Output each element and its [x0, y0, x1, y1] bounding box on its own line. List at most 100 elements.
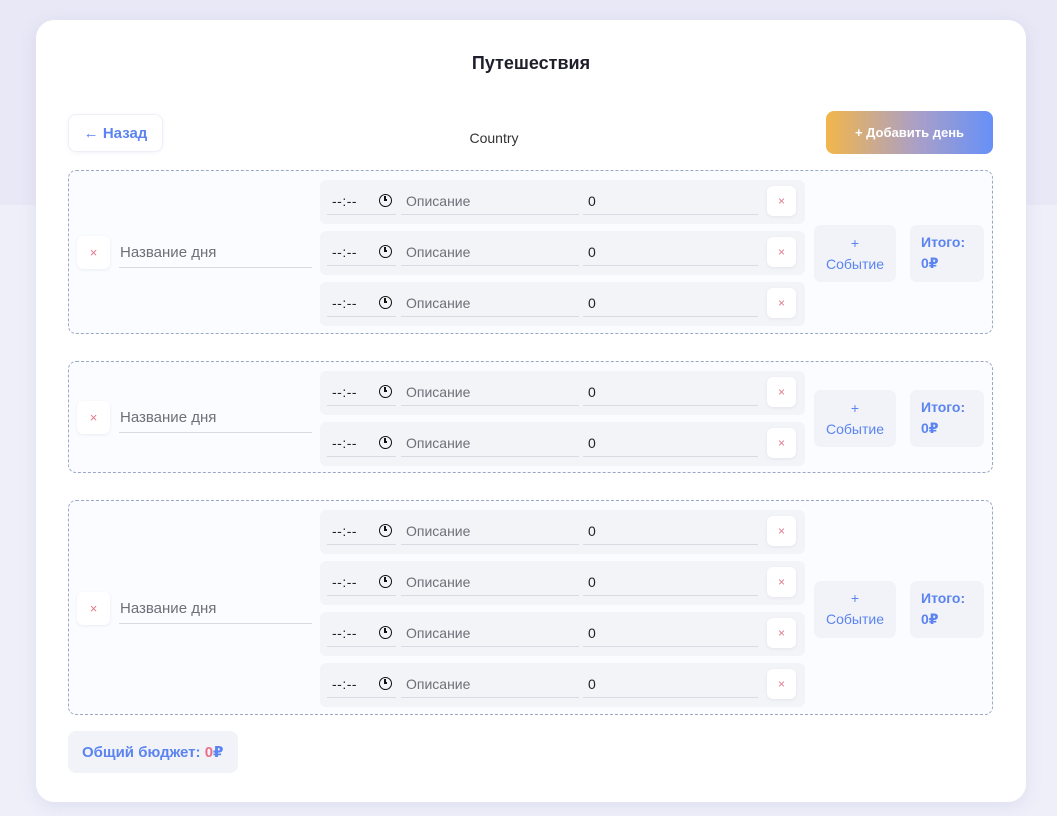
day-name-input[interactable] — [119, 238, 312, 268]
event-description-input[interactable] — [401, 670, 579, 698]
remove-day-button[interactable]: × — [77, 401, 110, 434]
add-event-label: Событие — [826, 420, 884, 437]
remove-day-button[interactable]: × — [77, 236, 110, 269]
close-icon: × — [777, 436, 785, 450]
event-description-input[interactable] — [401, 378, 579, 406]
remove-day-button[interactable]: × — [77, 591, 110, 625]
event-time-input[interactable]: --:-- — [327, 670, 396, 698]
remove-event-button[interactable]: × — [767, 186, 796, 216]
budget-label: Общий бюджет: — [82, 743, 201, 761]
day-total-label: Итого: — [921, 399, 966, 415]
time-placeholder: --:-- — [332, 522, 358, 539]
close-icon: × — [777, 524, 785, 538]
country-label: Country — [469, 130, 519, 146]
time-placeholder: --:-- — [332, 434, 358, 451]
add-event-button[interactable]: + Событие — [814, 390, 896, 447]
event-time-input[interactable]: --:-- — [327, 378, 396, 406]
close-icon: × — [777, 575, 785, 589]
trip-card: Путешествия ← Назад Country + Добавить д… — [36, 20, 1026, 802]
plus-icon: + — [850, 399, 860, 416]
event-description-input[interactable] — [401, 238, 579, 266]
clock-icon[interactable] — [379, 245, 392, 258]
close-icon: × — [777, 677, 785, 691]
clock-icon[interactable] — [379, 194, 392, 207]
event-description-input[interactable] — [401, 517, 579, 545]
time-placeholder: --:-- — [332, 573, 358, 590]
clock-icon[interactable] — [379, 436, 392, 449]
remove-event-button[interactable]: × — [767, 567, 796, 597]
add-event-button[interactable]: + Событие — [814, 225, 896, 282]
remove-event-button[interactable]: × — [767, 428, 796, 458]
close-icon: × — [777, 194, 785, 208]
event-row: --:-- × — [320, 180, 805, 224]
day-total-value: 0₽ — [921, 420, 939, 436]
day-total: Итого: 0₽ — [910, 580, 984, 638]
day-name-input[interactable] — [119, 403, 312, 433]
event-time-input[interactable]: --:-- — [327, 238, 396, 266]
event-amount-input[interactable] — [583, 187, 758, 215]
close-icon: × — [89, 410, 98, 425]
clock-icon[interactable] — [379, 524, 392, 537]
add-event-label: Событие — [826, 255, 884, 272]
event-description-input[interactable] — [401, 568, 579, 596]
close-icon: × — [777, 245, 785, 259]
day-block: × --:-- × --:-- × --:-- × — [68, 170, 993, 334]
time-placeholder: --:-- — [332, 243, 358, 260]
event-row: --:-- × — [320, 231, 805, 275]
time-placeholder: --:-- — [332, 624, 358, 641]
event-time-input[interactable]: --:-- — [327, 517, 396, 545]
remove-event-button[interactable]: × — [767, 669, 796, 699]
plus-icon: + — [850, 590, 860, 606]
day-block: × --:-- × --:-- × --:-- × — [68, 500, 993, 715]
event-amount-input[interactable] — [583, 429, 758, 457]
event-time-input[interactable]: --:-- — [327, 429, 396, 457]
event-amount-input[interactable] — [583, 568, 758, 596]
add-event-button[interactable]: + Событие — [814, 580, 896, 638]
event-time-input[interactable]: --:-- — [327, 619, 396, 647]
event-row: --:-- × — [320, 612, 805, 656]
event-description-input[interactable] — [401, 187, 579, 215]
add-day-button[interactable]: + Добавить день — [826, 111, 993, 154]
event-time-input[interactable]: --:-- — [327, 568, 396, 596]
remove-event-button[interactable]: × — [767, 618, 796, 648]
clock-icon[interactable] — [379, 626, 392, 639]
event-row: --:-- × — [320, 510, 805, 554]
clock-icon[interactable] — [379, 385, 392, 398]
clock-icon[interactable] — [379, 677, 392, 690]
event-time-input[interactable]: --:-- — [327, 289, 396, 317]
event-description-input[interactable] — [401, 289, 579, 317]
page-title: Путешествия — [471, 53, 591, 73]
event-description-input[interactable] — [401, 429, 579, 457]
clock-icon[interactable] — [379, 296, 392, 309]
remove-event-button[interactable]: × — [767, 288, 796, 318]
time-placeholder: --:-- — [332, 192, 358, 209]
event-amount-input[interactable] — [583, 289, 758, 317]
back-button[interactable]: ← Назад — [68, 114, 163, 152]
event-row: --:-- × — [320, 561, 805, 605]
event-amount-input[interactable] — [583, 619, 758, 647]
day-total: Итого: 0₽ — [910, 225, 984, 282]
remove-event-button[interactable]: × — [767, 516, 796, 546]
close-icon: × — [89, 600, 98, 616]
event-time-input[interactable]: --:-- — [327, 187, 396, 215]
event-amount-input[interactable] — [583, 517, 758, 545]
event-amount-input[interactable] — [583, 670, 758, 698]
total-budget: Общий бюджет: 0 ₽ — [68, 731, 238, 773]
add-event-label: Событие — [826, 611, 884, 627]
event-amount-input[interactable] — [583, 238, 758, 266]
close-icon: × — [777, 626, 785, 640]
day-total-value: 0₽ — [921, 610, 939, 627]
close-icon: × — [89, 245, 98, 260]
day-total-label: Итого: — [921, 234, 966, 250]
close-icon: × — [777, 385, 785, 399]
day-total-value: 0₽ — [921, 255, 939, 271]
event-description-input[interactable] — [401, 619, 579, 647]
budget-currency: ₽ — [213, 744, 224, 761]
time-placeholder: --:-- — [332, 675, 358, 692]
remove-event-button[interactable]: × — [767, 377, 796, 407]
event-amount-input[interactable] — [583, 378, 758, 406]
day-name-input[interactable] — [119, 593, 312, 624]
clock-icon[interactable] — [379, 575, 392, 588]
remove-event-button[interactable]: × — [767, 237, 796, 267]
event-row: --:-- × — [320, 422, 805, 466]
